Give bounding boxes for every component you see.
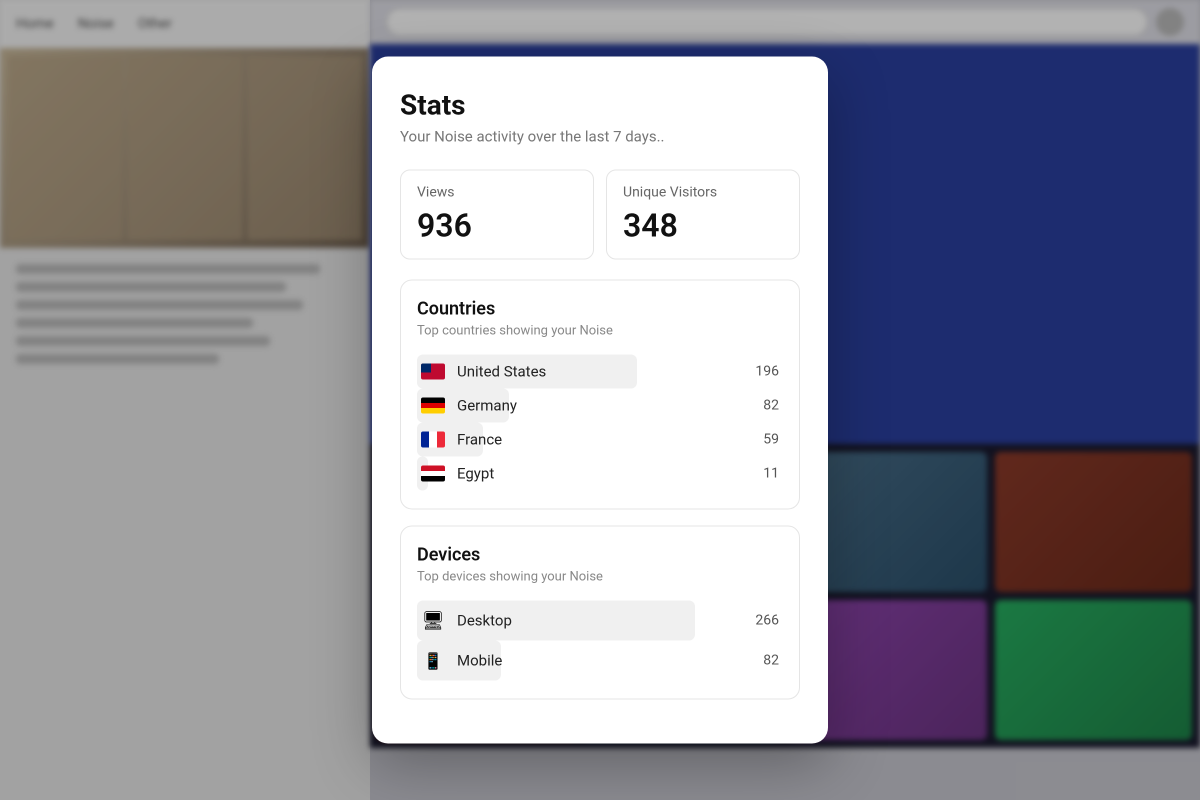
country-count-us: 196 <box>755 364 779 380</box>
country-count-fr: 59 <box>763 432 779 448</box>
device-name-desktop: Desktop <box>457 612 755 630</box>
visitors-card: Unique Visitors 348 <box>606 170 800 260</box>
visitors-label: Unique Visitors <box>623 185 783 201</box>
modal-title: Stats <box>400 89 800 122</box>
countries-section: Countries Top countries showing your Noi… <box>400 280 800 510</box>
flag-de <box>421 398 445 414</box>
device-name-mobile: Mobile <box>457 652 763 670</box>
device-count-mobile: 82 <box>763 653 779 669</box>
flag-us <box>421 364 445 380</box>
device-count-desktop: 266 <box>755 613 779 629</box>
visitors-value: 348 <box>623 207 783 245</box>
country-name-de: Germany <box>457 397 763 415</box>
countries-title: Countries <box>417 299 783 320</box>
modal-subtitle: Your Noise activity over the last 7 days… <box>400 128 800 146</box>
country-name-eg: Egypt <box>457 465 763 483</box>
views-card: Views 936 <box>400 170 594 260</box>
country-row-fr: France 59 <box>417 423 783 457</box>
flag-fr <box>421 432 445 448</box>
country-row-eg: Egypt 11 <box>417 457 783 491</box>
views-value: 936 <box>417 207 577 245</box>
desktop-icon: 🖥 <box>421 609 445 633</box>
flag-eg <box>421 466 445 482</box>
stats-modal: Stats Your Noise activity over the last … <box>372 57 828 744</box>
country-count-de: 82 <box>763 398 779 414</box>
devices-section: Devices Top devices showing your Noise 🖥… <box>400 526 800 700</box>
views-label: Views <box>417 185 577 201</box>
country-count-eg: 11 <box>763 466 779 482</box>
stats-cards-row: Views 936 Unique Visitors 348 <box>400 170 800 260</box>
country-name-fr: France <box>457 431 763 449</box>
country-row-us: United States 196 <box>417 355 783 389</box>
device-row-desktop: 🖥 Desktop 266 <box>417 601 783 641</box>
country-name-us: United States <box>457 363 755 381</box>
devices-title: Devices <box>417 545 783 566</box>
devices-subtitle: Top devices showing your Noise <box>417 570 783 585</box>
mobile-icon: 📱 <box>421 649 445 673</box>
device-row-mobile: 📱 Mobile 82 <box>417 641 783 681</box>
countries-subtitle: Top countries showing your Noise <box>417 324 783 339</box>
country-row-de: Germany 82 <box>417 389 783 423</box>
